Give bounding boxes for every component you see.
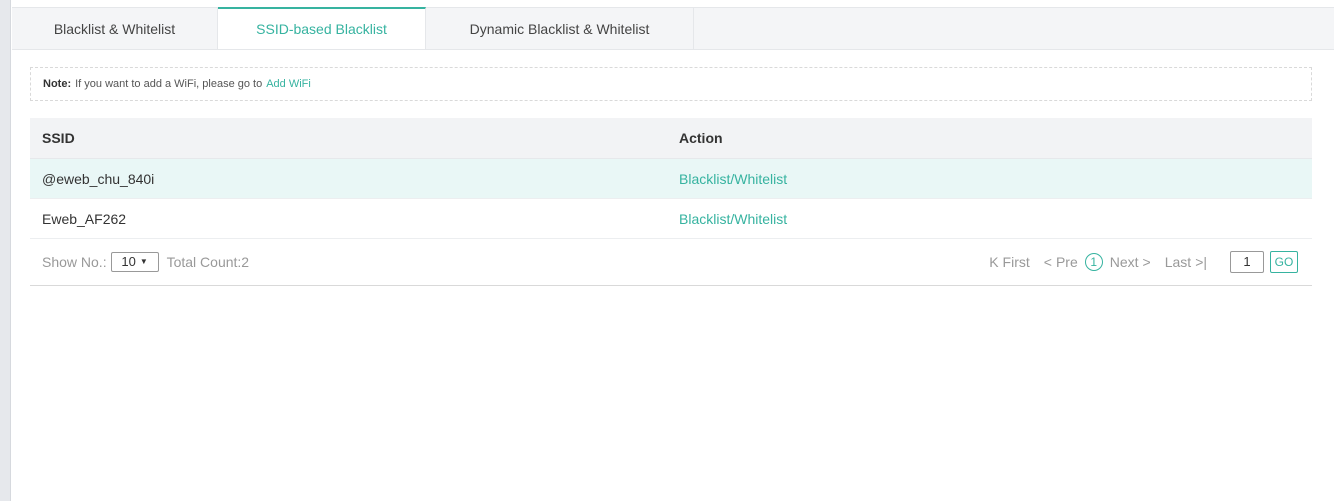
tab-bar: Blacklist & Whitelist SSID-based Blackli… — [12, 7, 1334, 50]
last-icon: >| — [1195, 253, 1207, 270]
total-count: Total Count:2 — [166, 253, 250, 270]
page-size-select[interactable]: 10 ▼ — [110, 251, 159, 272]
next-page-button[interactable]: Next > — [1110, 254, 1151, 270]
blacklist-whitelist-link[interactable]: Blacklist/Whitelist — [679, 211, 787, 227]
go-button[interactable]: GO — [1270, 250, 1298, 273]
chevron-left-icon: < — [1043, 253, 1052, 270]
left-rail — [0, 0, 11, 501]
ssid-cell: @eweb_chu_840i — [42, 170, 155, 187]
column-header-action: Action — [679, 130, 723, 146]
table-row: @eweb_chu_840i Blacklist/Whitelist — [30, 159, 1312, 199]
note-box: Note: If you want to add a WiFi, please … — [30, 67, 1312, 101]
table-footer: Show No.: 10 ▼ Total Count:2 K First < Pre… — [30, 238, 1312, 286]
table-header: SSID Action — [30, 118, 1312, 159]
page-size-value: 10 — [121, 254, 136, 269]
current-page[interactable]: 1 — [1084, 252, 1103, 271]
ssid-cell: Eweb_AF262 — [42, 210, 127, 227]
tab-dynamic-blacklist-whitelist[interactable]: Dynamic Blacklist & Whitelist — [426, 8, 694, 49]
add-wifi-link[interactable]: Add WiFi — [266, 78, 311, 90]
first-icon: K — [989, 253, 999, 270]
column-header-ssid: SSID — [42, 130, 75, 146]
note-label: Note: — [43, 78, 72, 90]
show-no-label: Show No.: — [42, 253, 107, 270]
table-row: Eweb_AF262 Blacklist/Whitelist — [30, 199, 1312, 239]
chevron-right-icon: > — [1142, 253, 1151, 270]
last-page-button[interactable]: Last >| — [1165, 254, 1207, 270]
tab-ssid-based-blacklist[interactable]: SSID-based Blacklist — [218, 7, 426, 49]
tab-blacklist-whitelist[interactable]: Blacklist & Whitelist — [12, 8, 218, 49]
blacklist-whitelist-link[interactable]: Blacklist/Whitelist — [679, 171, 787, 187]
ssid-table: SSID Action @eweb_chu_840i Blacklist/Whi… — [30, 118, 1312, 239]
dropdown-caret-icon: ▼ — [139, 257, 148, 266]
page-number-input[interactable]: 1 — [1230, 250, 1264, 273]
first-page-button[interactable]: K First — [989, 254, 1030, 270]
previous-page-button[interactable]: < Pre — [1044, 254, 1078, 270]
note-text: If you want to add a WiFi, please go to — [75, 78, 263, 90]
pagination: K First < Pre 1 Next > Last >| 1 GO — [982, 250, 1312, 273]
